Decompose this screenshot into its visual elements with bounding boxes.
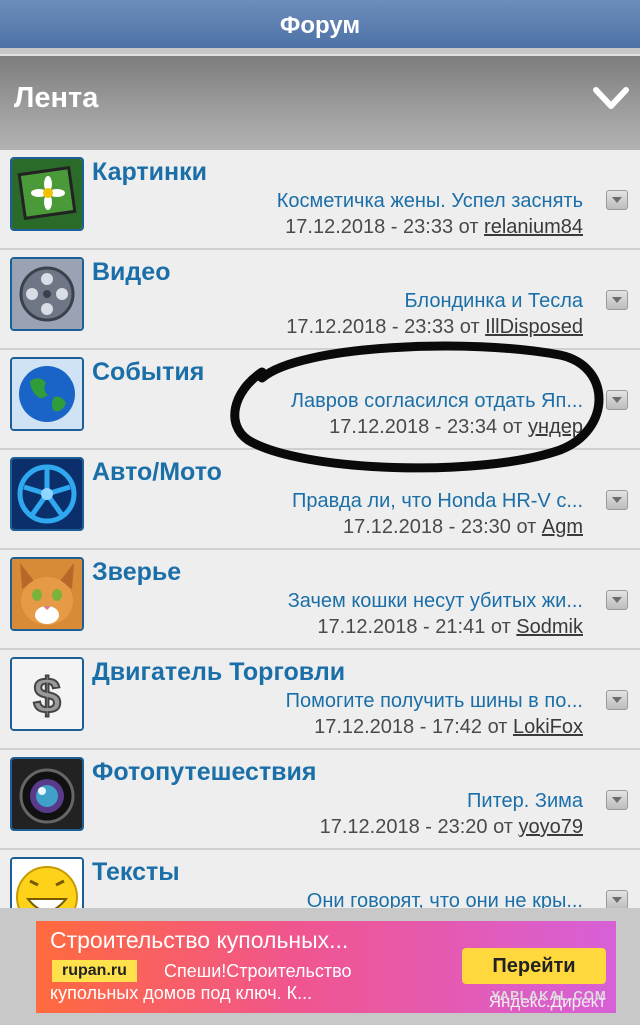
post-datetime: 17.12.2018 - 23:33 <box>286 316 455 338</box>
from-label: от <box>487 716 508 738</box>
category-title[interactable]: Авто/Мото <box>92 458 222 487</box>
from-label: от <box>502 416 523 438</box>
list-item[interactable]: Фотопутешествия Питер. Зима 17.12.2018 -… <box>0 750 640 850</box>
category-title[interactable]: Двигатель Торговли <box>92 658 345 687</box>
author-link[interactable]: Agm <box>542 516 583 538</box>
forum-title: Форум <box>279 12 361 39</box>
list-item[interactable]: События Лавров согласился отдать Яп... 1… <box>0 350 640 450</box>
list-item[interactable]: Тексты Они говорят, что они не кры... <box>0 850 640 908</box>
author-link[interactable]: Sodmik <box>516 616 583 638</box>
globe-icon <box>10 357 84 431</box>
ad-text-line1: Спеши!Строительство <box>164 961 352 981</box>
forum-header: Форум <box>0 0 640 48</box>
expand-arrow-icon[interactable] <box>606 390 628 410</box>
post-datetime: 17.12.2018 - 23:34 <box>329 416 498 438</box>
from-label: от <box>459 316 480 338</box>
topic-link[interactable]: Блондинка и Тесла <box>405 290 583 313</box>
post-meta: 17.12.2018 - 23:34 от ундер <box>329 416 583 439</box>
from-label: от <box>458 216 479 238</box>
post-datetime: 17.12.2018 - 23:33 <box>285 216 454 238</box>
ad-title[interactable]: Строительство купольных... <box>50 927 348 954</box>
category-title[interactable]: Зверье <box>92 558 181 587</box>
ad-text-line2: купольных домов под ключ. К... <box>50 983 313 1003</box>
author-link[interactable]: ундер <box>528 416 583 438</box>
category-title[interactable]: Видео <box>92 258 170 287</box>
category-title[interactable]: Картинки <box>92 158 207 187</box>
expand-arrow-icon[interactable] <box>606 690 628 710</box>
topic-link[interactable]: Помогите получить шины в по... <box>286 690 583 713</box>
ad-go-button[interactable]: Перейти <box>462 948 606 984</box>
post-meta: 17.12.2018 - 23:20 от yoyo79 <box>320 816 583 839</box>
post-datetime: 17.12.2018 - 21:41 <box>317 616 486 638</box>
list-item[interactable]: Видео Блондинка и Тесла 17.12.2018 - 23:… <box>0 250 640 350</box>
list-item[interactable]: $ Двигатель Торговли Помогите получить ш… <box>0 650 640 750</box>
category-title[interactable]: Фотопутешествия <box>92 758 317 787</box>
post-datetime: 17.12.2018 - 23:30 <box>342 516 511 538</box>
topic-link[interactable]: Питер. Зима <box>467 790 583 813</box>
from-label: от <box>493 816 513 838</box>
watermark: YAPLAKAL.COM <box>491 988 607 1003</box>
topic-link[interactable]: Они говорят, что они не кры... <box>307 890 583 908</box>
author-link[interactable]: yoyo79 <box>519 816 584 838</box>
list-item[interactable]: Зверье Зачем кошки несут убитых жи... 17… <box>0 550 640 650</box>
dollar-icon: $ <box>10 657 84 731</box>
post-meta: 17.12.2018 - 23:30 от Agm <box>343 516 583 539</box>
post-datetime: 17.12.2018 - 17:42 <box>314 716 482 738</box>
wheel-rim-icon <box>10 457 84 531</box>
topic-link[interactable]: Косметичка жены. Успел заснять <box>277 190 583 213</box>
post-meta: 17.12.2018 - 23:33 от relanium84 <box>285 216 583 239</box>
post-meta: 17.12.2018 - 23:33 от IllDisposed <box>286 316 583 339</box>
film-reel-icon <box>10 257 84 331</box>
feed-section-header[interactable]: Лента <box>0 54 640 150</box>
topic-link[interactable]: Зачем кошки несут убитых жи... <box>288 590 583 613</box>
svg-text:$: $ <box>33 668 61 724</box>
post-meta: 17.12.2018 - 17:42 от LokiFox <box>314 716 583 739</box>
author-link[interactable]: relanium84 <box>484 216 583 238</box>
from-label: от <box>516 516 537 538</box>
expand-arrow-icon[interactable] <box>606 890 628 908</box>
author-link[interactable]: LokiFox <box>513 716 583 738</box>
list-item[interactable]: Картинки Косметичка жены. Успел заснять … <box>0 150 640 250</box>
author-link[interactable]: IllDisposed <box>485 316 583 338</box>
topic-link[interactable]: Правда ли, что Honda HR-V с... <box>292 490 583 513</box>
feed-list: Картинки Косметичка жены. Успел заснять … <box>0 150 640 908</box>
camera-lens-icon <box>10 757 84 831</box>
ad-domain-badge[interactable]: rupan.ru <box>52 960 137 982</box>
expand-arrow-icon[interactable] <box>606 290 628 310</box>
post-meta: 17.12.2018 - 21:41 от Sodmik <box>317 616 583 639</box>
chevron-down-icon[interactable] <box>592 84 630 114</box>
cat-icon <box>10 557 84 631</box>
expand-arrow-icon[interactable] <box>606 190 628 210</box>
from-label: от <box>490 616 511 638</box>
expand-arrow-icon[interactable] <box>606 790 628 810</box>
section-title: Лента <box>14 82 99 114</box>
daisy-picture-icon <box>10 157 84 231</box>
category-title[interactable]: Тексты <box>92 858 180 887</box>
post-datetime: 17.12.2018 - 23:20 <box>319 816 488 838</box>
category-title[interactable]: События <box>92 358 204 387</box>
expand-arrow-icon[interactable] <box>606 490 628 510</box>
list-item[interactable]: Авто/Мото Правда ли, что Honda HR-V с...… <box>0 450 640 550</box>
expand-arrow-icon[interactable] <box>606 590 628 610</box>
topic-link[interactable]: Лавров согласился отдать Яп... <box>291 390 583 413</box>
smiley-icon <box>10 857 84 908</box>
